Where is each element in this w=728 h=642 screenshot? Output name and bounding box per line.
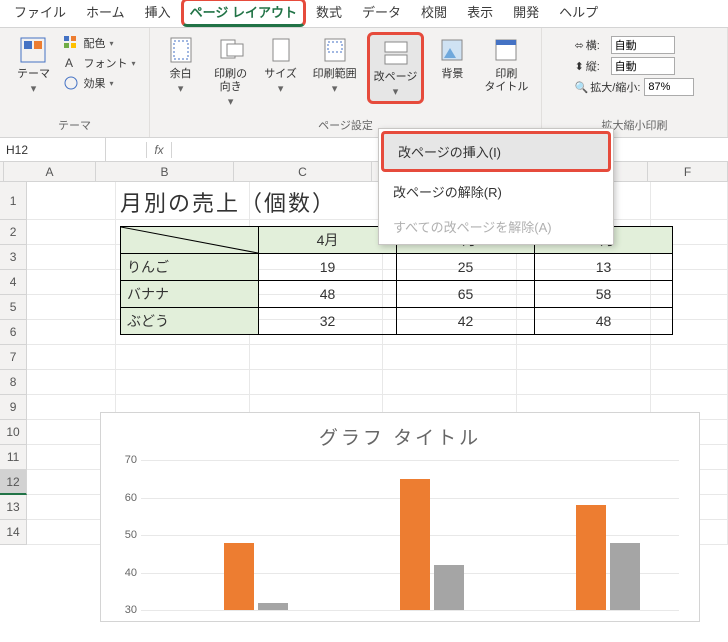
row-header-1[interactable]: 1 [0,182,27,220]
y-tick: 50 [111,529,137,541]
row-header-7[interactable]: 7 [0,345,27,370]
breaks-menu: 改ページの挿入(I) 改ページの解除(R) すべての改ページを解除(A) [378,128,614,245]
ribbon-tabs: ファイル ホーム 挿入 ページ レイアウト 数式 データ 校閲 表示 開発 ヘル… [0,0,728,28]
row-header-6[interactable]: 6 [0,320,27,345]
print-titles-icon [490,34,522,66]
formula-bar: H12 fx [0,138,728,162]
tab-developer[interactable]: 開発 [503,0,549,27]
col-header-C[interactable]: C [234,162,372,181]
name-box[interactable]: H12 [0,138,106,161]
row-header-12[interactable]: 12 [0,470,27,495]
themes-button[interactable]: テーマ▾ [11,32,55,98]
row-header-3[interactable]: 3 [0,245,27,270]
tab-insert[interactable]: 挿入 [135,0,181,27]
group-page-setup: 余白▾ 印刷の 向き▾ サイズ▾ 印刷範囲▾ 改ページ▾ 背景 印刷 タイトル … [150,28,542,137]
row-header-11[interactable]: 11 [0,445,27,470]
colors-button[interactable]: 配色▾ [61,34,137,52]
tab-home[interactable]: ホーム [76,0,135,27]
width-input[interactable] [611,36,675,54]
bar [610,543,640,611]
orientation-icon [215,34,247,66]
print-titles-button[interactable]: 印刷 タイトル [480,32,532,96]
svg-text:A: A [65,56,73,70]
col-header-B[interactable]: B [96,162,234,181]
row-header-13[interactable]: 13 [0,495,27,520]
col-header-A[interactable]: A [4,162,96,181]
bar [576,505,606,610]
group-scale: ⬄ 横: ⬍ 縦: 🔍 拡大/縮小: 拡大縮小印刷 [542,28,728,137]
menu-reset-breaks: すべての改ページを解除(A) [379,209,613,244]
fx-button[interactable]: fx [147,143,171,157]
tab-view[interactable]: 表示 [457,0,503,27]
y-tick: 70 [111,454,137,466]
height-input[interactable] [611,57,675,75]
row-header-14[interactable]: 14 [0,520,27,545]
menu-insert-break[interactable]: 改ページの挿入(I) [381,131,611,172]
size-button[interactable]: サイズ▾ [259,32,303,98]
menu-remove-break[interactable]: 改ページの解除(R) [379,174,613,209]
row-header-2[interactable]: 2 [0,220,27,245]
size-icon [265,34,297,66]
worksheet[interactable]: ABCDEF 1234567891011121314 月別の売上（個数） 4月5… [0,162,728,545]
print-area-icon [319,34,351,66]
row-header-4[interactable]: 4 [0,270,27,295]
orientation-button[interactable]: 印刷の 向き▾ [209,32,253,112]
background-icon [436,34,468,66]
tab-review[interactable]: 校閲 [411,0,457,27]
bar [258,603,288,611]
width-label: ⬄ 横: [575,37,607,53]
bar [400,479,430,610]
col-header-F[interactable]: F [648,162,728,181]
fonts-icon: A [63,55,79,71]
background-button[interactable]: 背景 [430,32,474,83]
margins-button[interactable]: 余白▾ [159,32,203,98]
group-theme-label: テーマ [6,115,143,135]
row-header-5[interactable]: 5 [0,295,27,320]
row-header-8[interactable]: 8 [0,370,27,395]
tab-data[interactable]: データ [352,0,411,27]
chart-plot-area: 3040506070 [141,460,699,610]
fonts-button[interactable]: Aフォント▾ [61,54,137,72]
bar [434,565,464,610]
tab-file[interactable]: ファイル [4,0,76,27]
breaks-icon [380,37,412,69]
ribbon: テーマ▾ 配色▾ Aフォント▾ 効果▾ テーマ 余白▾ 印刷の 向き▾ サイズ▾… [0,28,728,138]
chart[interactable]: グラフ タイトル 3040506070 [100,412,700,622]
y-tick: 40 [111,567,137,579]
group-theme: テーマ▾ 配色▾ Aフォント▾ 効果▾ テーマ [0,28,150,137]
tab-formulas[interactable]: 数式 [306,0,352,27]
zoom-input[interactable] [644,78,694,96]
effects-button[interactable]: 効果▾ [61,74,137,92]
height-label: ⬍ 縦: [575,58,607,74]
tab-page-layout[interactable]: ページ レイアウト [181,0,306,27]
chart-title: グラフ タイトル [101,413,699,460]
print-area-button[interactable]: 印刷範囲▾ [309,32,361,98]
effects-icon [63,75,79,91]
row-header-10[interactable]: 10 [0,420,27,445]
tab-help[interactable]: ヘルプ [549,0,608,27]
zoom-label: 🔍 拡大/縮小: [575,79,641,95]
row-header-9[interactable]: 9 [0,395,27,420]
colors-icon [63,35,79,51]
themes-icon [17,34,49,66]
bar [224,543,254,611]
y-tick: 30 [111,604,137,616]
breaks-button[interactable]: 改ページ▾ [367,32,425,104]
y-tick: 60 [111,492,137,504]
margins-icon [165,34,197,66]
